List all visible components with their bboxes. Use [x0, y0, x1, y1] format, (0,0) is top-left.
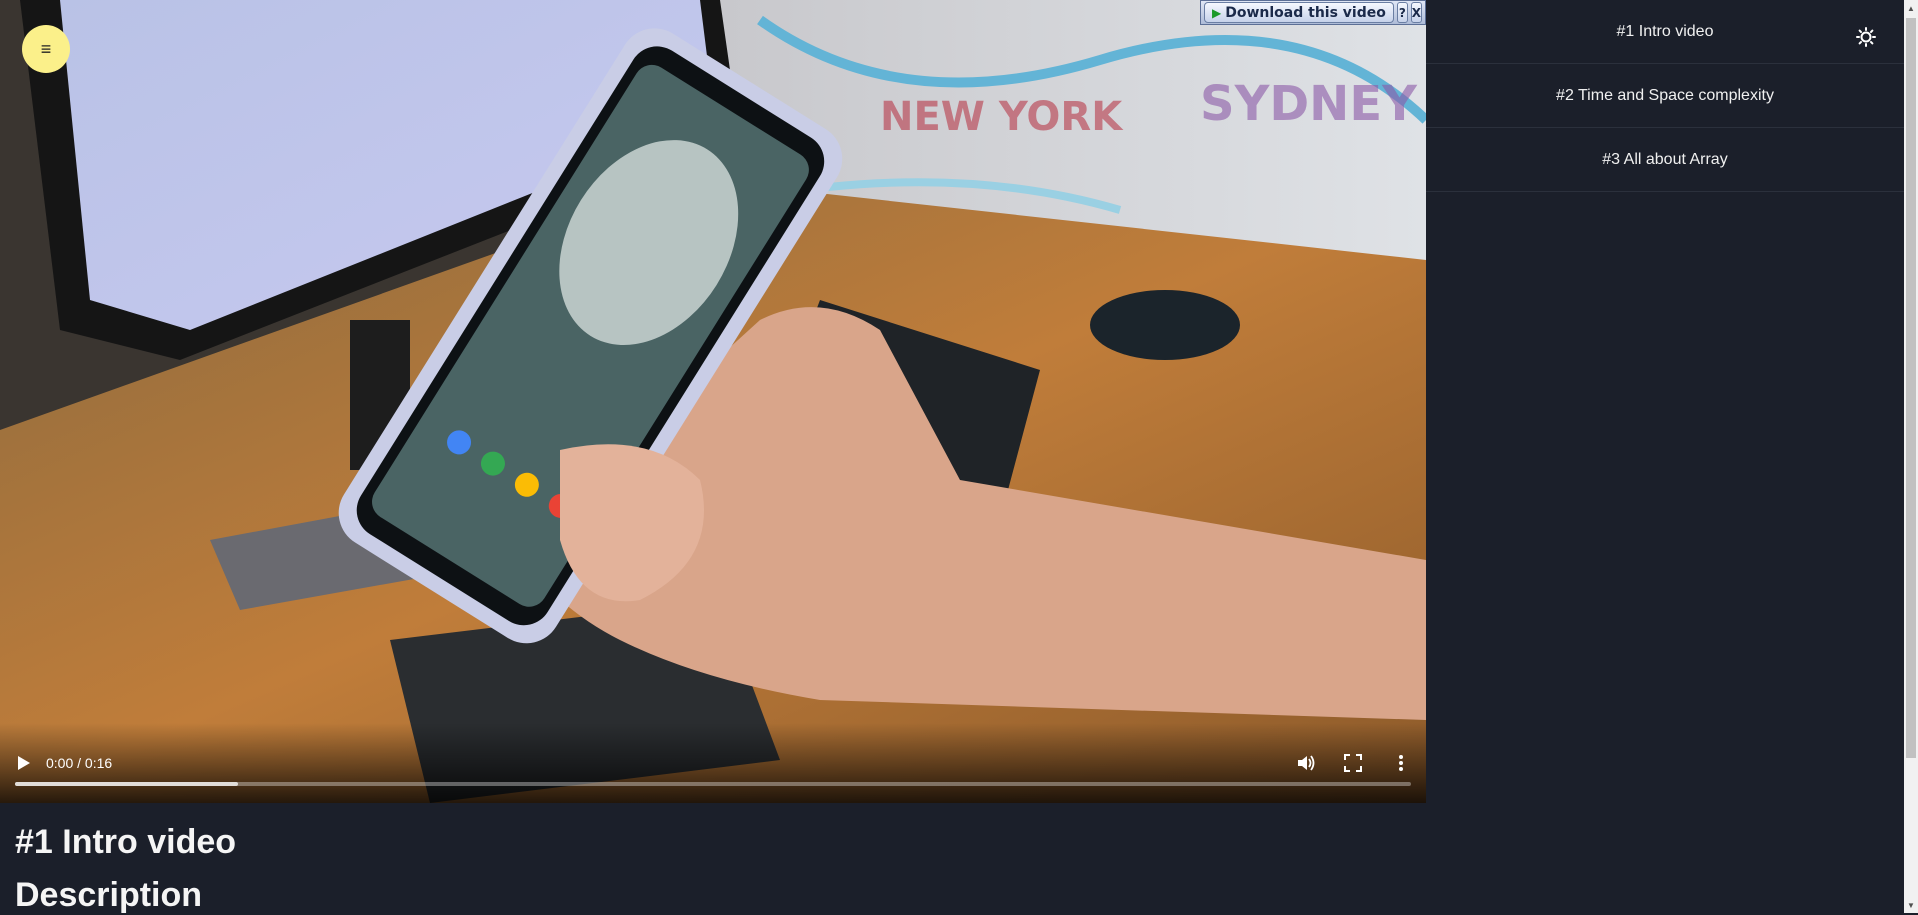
playlist-sidebar: #1 Intro video #2 Time and Space complex… [1426, 0, 1904, 913]
scroll-up-icon[interactable]: ▲ [1904, 0, 1918, 16]
video-frame: NEW YORK SYDNEY [0, 0, 1426, 803]
play-icon: ▶ [1212, 5, 1222, 20]
playlist-item-3[interactable]: #3 All about Array [1426, 128, 1904, 192]
download-video-button[interactable]: ▶ Download this video [1204, 2, 1394, 23]
scroll-down-icon[interactable]: ▼ [1904, 897, 1918, 913]
close-button[interactable]: X [1410, 2, 1422, 23]
fullscreen-icon[interactable] [1343, 753, 1363, 773]
player-controls: 0:00 / 0:16 [0, 723, 1426, 803]
play-icon[interactable] [14, 754, 32, 772]
page-title: #1 Intro video [15, 823, 237, 861]
menu-button[interactable]: ≡ [22, 25, 70, 73]
svg-text:SYDNEY: SYDNEY [1200, 76, 1418, 132]
download-label: Download this video [1225, 4, 1386, 21]
playlist-item-label: #1 Intro video [1616, 22, 1714, 40]
sun-icon[interactable] [1856, 27, 1876, 47]
playlist-item-2[interactable]: #2 Time and Space complexity [1426, 64, 1904, 128]
playlist-item-1[interactable]: #1 Intro video [1426, 0, 1904, 64]
scroll-thumb[interactable] [1906, 18, 1916, 758]
more-vert-icon[interactable] [1393, 753, 1409, 773]
progress-bar[interactable] [15, 782, 1411, 786]
time-display: 0:00 / 0:16 [46, 755, 113, 771]
page-scrollbar[interactable]: ▲ ▼ [1904, 0, 1918, 913]
download-toolbar: ▶ Download this video ? X [1200, 0, 1426, 25]
playlist-item-label: #3 All about Array [1602, 150, 1728, 168]
video-details: #1 Intro video Description [15, 803, 1415, 915]
svg-text:NEW YORK: NEW YORK [880, 94, 1124, 140]
playlist-item-label: #2 Time and Space complexity [1556, 86, 1774, 104]
video-player[interactable]: NEW YORK SYDNEY ≡ ▶ Download this video … [0, 0, 1426, 803]
volume-icon[interactable] [1296, 753, 1316, 773]
progress-buffer [15, 782, 239, 786]
description-heading: Description [15, 876, 203, 914]
help-button[interactable]: ? [1396, 2, 1408, 23]
